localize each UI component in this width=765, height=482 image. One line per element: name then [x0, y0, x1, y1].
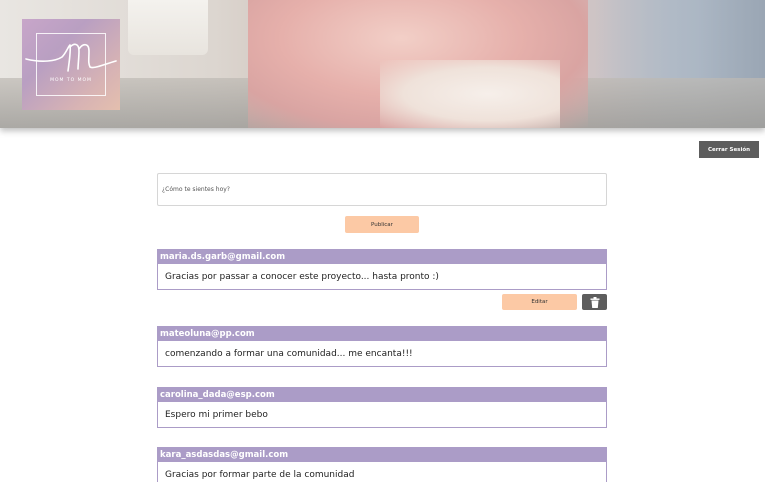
- post-card: carolina_dada@esp.com Espero mi primer b…: [157, 387, 607, 428]
- edit-button[interactable]: Editar: [502, 294, 577, 310]
- logo-monogram-icon: [25, 43, 117, 72]
- post-input[interactable]: [157, 173, 607, 206]
- post-author: mateoluna@pp.com: [157, 326, 607, 341]
- logout-button[interactable]: Cerrar Sesión: [699, 141, 759, 158]
- delete-button[interactable]: [582, 294, 607, 310]
- post-card: kara_asdasdas@gmail.com Gracias por form…: [157, 447, 607, 482]
- post-content: Gracias por passar a conocer este proyec…: [157, 264, 607, 290]
- trash-icon: [590, 296, 599, 308]
- post-content: Espero mi primer bebo: [157, 402, 607, 428]
- post-author: kara_asdasdas@gmail.com: [157, 447, 607, 462]
- lamp-shade: [128, 0, 208, 55]
- logo-text: MOM TO MOM: [50, 78, 92, 83]
- post-card: mateoluna@pp.com comenzando a formar una…: [157, 326, 607, 367]
- logo[interactable]: MOM TO MOM: [22, 19, 120, 110]
- post-author: carolina_dada@esp.com: [157, 387, 607, 402]
- baby-figure: [380, 60, 560, 128]
- post-content: Gracias por formar parte de la comunidad: [157, 462, 607, 482]
- post-card: maria.ds.garb@gmail.com Gracias por pass…: [157, 249, 607, 290]
- post-content: comenzando a formar una comunidad... me …: [157, 341, 607, 367]
- publish-button[interactable]: Publicar: [345, 216, 419, 233]
- post-author: maria.ds.garb@gmail.com: [157, 249, 607, 264]
